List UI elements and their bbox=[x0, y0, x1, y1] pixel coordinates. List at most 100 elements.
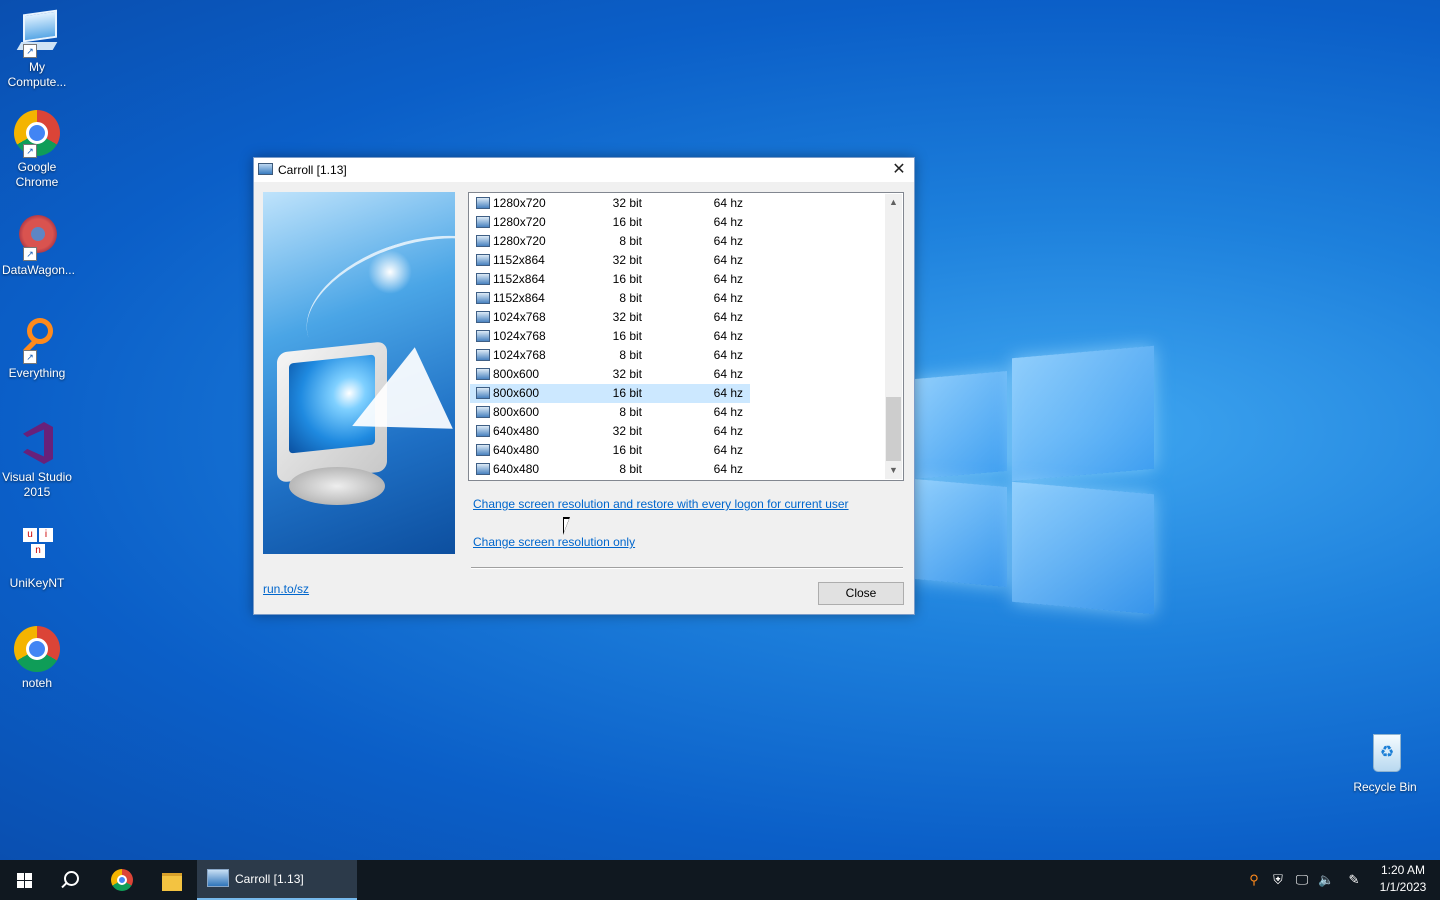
desktop-icon-label: noteh bbox=[21, 676, 53, 690]
color-depth-value: 16 bit bbox=[612, 215, 642, 229]
shortcut-arrow-icon: ↗ bbox=[23, 144, 37, 158]
refresh-rate-value: 64 hz bbox=[713, 329, 743, 343]
monitor-icon bbox=[476, 463, 490, 475]
chrome-icon bbox=[13, 626, 61, 674]
start-button[interactable] bbox=[0, 860, 48, 900]
magnifier-icon: ↗ bbox=[13, 316, 61, 364]
list-item[interactable]: 800x600 32 bit 64 hz bbox=[470, 365, 750, 384]
taskbar-app-label: Carroll [1.13] bbox=[235, 872, 304, 886]
folder-icon bbox=[162, 873, 182, 891]
shortcut-arrow-icon: ↗ bbox=[23, 44, 37, 58]
everything-tray-icon[interactable]: ⚲ bbox=[1246, 872, 1262, 888]
keyboard-icon: u i n bbox=[13, 526, 61, 574]
desktop-icon-label: My bbox=[29, 60, 45, 74]
security-tray-icon[interactable]: ⛨ bbox=[1270, 872, 1286, 888]
clock-date: 1/1/2023 bbox=[1379, 880, 1427, 894]
list-item[interactable]: 1152x864 32 bit 64 hz bbox=[470, 251, 750, 270]
monitor-icon bbox=[476, 349, 490, 361]
desktop-icon-label: UniKeyNT bbox=[9, 576, 65, 590]
desktop-icon-label: Everything bbox=[8, 366, 66, 380]
dialog-titlebar[interactable]: Carroll [1.13] ✕ bbox=[254, 158, 914, 182]
list-item[interactable]: 1152x864 8 bit 64 hz bbox=[470, 289, 750, 308]
list-item[interactable]: 1024x768 16 bit 64 hz bbox=[470, 327, 750, 346]
scroll-up-icon[interactable]: ▲ bbox=[885, 194, 902, 211]
monitor-icon bbox=[476, 406, 490, 418]
windows-start-icon bbox=[17, 873, 32, 888]
link-change-only[interactable]: Change screen resolution only bbox=[473, 535, 635, 549]
resolution-value: 1024x768 bbox=[493, 348, 546, 362]
close-icon[interactable]: ✕ bbox=[884, 158, 914, 182]
resolution-rows: 1280x720 32 bit 64 hz 1280x720 16 bit 64 hz 12… bbox=[470, 194, 886, 479]
list-item[interactable]: 800x600 8 bit 64 hz bbox=[470, 403, 750, 422]
color-depth-value: 16 bit bbox=[612, 272, 642, 286]
windows-logo-pane bbox=[1012, 481, 1154, 615]
list-item[interactable]: 640x480 8 bit 64 hz bbox=[470, 460, 750, 479]
taskbar-app-carroll[interactable]: Carroll [1.13] bbox=[197, 860, 357, 900]
desktop-icon-recycle-bin[interactable]: ♻ Recycle Bin bbox=[1350, 730, 1420, 795]
desktop-icon-visual-studio[interactable]: Visual Studio 2015 bbox=[2, 420, 72, 500]
resolution-value: 1280x720 bbox=[493, 234, 546, 248]
monitor-icon bbox=[476, 197, 490, 209]
link-change-and-restore[interactable]: Change screen resolution and restore wit… bbox=[473, 497, 849, 511]
search-button[interactable] bbox=[48, 860, 96, 900]
dialog-title: Carroll [1.13] bbox=[278, 163, 347, 177]
taskbar-chrome[interactable] bbox=[99, 860, 147, 900]
monitor-icon bbox=[476, 425, 490, 437]
monitor-icon bbox=[476, 235, 490, 247]
volume-icon[interactable]: 🔈 bbox=[1318, 872, 1334, 888]
network-icon[interactable]: 🖵 bbox=[1294, 872, 1310, 888]
desktop-icon-label: Recycle Bin bbox=[1353, 780, 1417, 794]
refresh-rate-value: 64 hz bbox=[713, 348, 743, 362]
color-depth-value: 8 bit bbox=[619, 234, 642, 248]
pen-icon[interactable]: ✎ bbox=[1346, 872, 1362, 888]
color-depth-value: 32 bit bbox=[612, 367, 642, 381]
link-website[interactable]: run.to/sz bbox=[263, 582, 309, 596]
scroll-down-icon[interactable]: ▼ bbox=[885, 462, 902, 479]
list-item[interactable]: 1152x864 16 bit 64 hz bbox=[470, 270, 750, 289]
resolution-value: 800x600 bbox=[493, 386, 540, 400]
resolution-value: 1152x864 bbox=[493, 291, 545, 305]
desktop-icon-label: 2015 bbox=[23, 485, 51, 499]
desktop-icon-my-computer[interactable]: ↗ My Compute... bbox=[2, 9, 72, 90]
desktop-icon-noteh[interactable]: noteh bbox=[2, 626, 72, 691]
taskbar-file-explorer[interactable] bbox=[148, 860, 196, 900]
list-item[interactable]: 1024x768 32 bit 64 hz bbox=[470, 308, 750, 327]
taskbar: Carroll [1.13] ⚲ ⛨ 🖵 🔈 ✎ 1:20 AM 1/1/202… bbox=[0, 860, 1440, 900]
windows-logo-pane bbox=[1012, 345, 1154, 482]
refresh-rate-value: 64 hz bbox=[713, 424, 743, 438]
desktop-icon-label: Chrome bbox=[15, 175, 59, 189]
computer-icon: ↗ bbox=[13, 9, 61, 58]
list-item[interactable]: 800x600 16 bit 64 hz bbox=[470, 384, 750, 403]
vertical-scrollbar[interactable]: ▲ ▼ bbox=[885, 194, 902, 479]
scroll-thumb[interactable] bbox=[886, 397, 901, 461]
color-depth-value: 32 bit bbox=[612, 196, 642, 210]
color-depth-value: 16 bit bbox=[612, 443, 642, 457]
monitor-icon bbox=[476, 216, 490, 228]
refresh-rate-value: 64 hz bbox=[713, 310, 743, 324]
color-depth-value: 16 bit bbox=[612, 386, 642, 400]
resolution-list[interactable]: 1280x720 32 bit 64 hz 1280x720 16 bit 64 hz 12… bbox=[468, 192, 904, 481]
desktop-icon-google-chrome[interactable]: ↗ Google Chrome bbox=[2, 110, 72, 190]
desktop-icon-unikeynt[interactable]: u i n UniKeyNT bbox=[2, 526, 72, 591]
shortcut-arrow-icon: ↗ bbox=[23, 247, 37, 261]
monitor-icon bbox=[476, 444, 490, 456]
color-depth-value: 8 bit bbox=[619, 348, 642, 362]
list-item[interactable]: 1280x720 16 bit 64 hz bbox=[470, 213, 750, 232]
list-item[interactable]: 1024x768 8 bit 64 hz bbox=[470, 346, 750, 365]
resolution-value: 800x600 bbox=[493, 367, 540, 381]
close-button[interactable]: Close bbox=[818, 582, 904, 605]
desktop-icon-datawagon[interactable]: ↗ DataWagon... bbox=[2, 213, 75, 278]
desktop-icon-label: Compute... bbox=[7, 75, 67, 89]
desktop-icon-everything[interactable]: ↗ Everything bbox=[2, 316, 72, 381]
list-item[interactable]: 1280x720 8 bit 64 hz bbox=[470, 232, 750, 251]
list-item[interactable]: 640x480 16 bit 64 hz bbox=[470, 441, 750, 460]
color-depth-value: 8 bit bbox=[619, 405, 642, 419]
list-item[interactable]: 1280x720 32 bit 64 hz bbox=[470, 194, 750, 213]
list-item[interactable]: 640x480 32 bit 64 hz bbox=[470, 422, 750, 441]
color-depth-value: 8 bit bbox=[619, 462, 642, 476]
refresh-rate-value: 64 hz bbox=[713, 462, 743, 476]
desktop-icon-label: DataWagon... bbox=[2, 263, 75, 277]
clock[interactable]: 1:20 AM 1/1/2023 bbox=[1368, 862, 1438, 896]
monitor-icon bbox=[476, 330, 490, 342]
shortcut-arrow-icon: ↗ bbox=[23, 350, 37, 364]
